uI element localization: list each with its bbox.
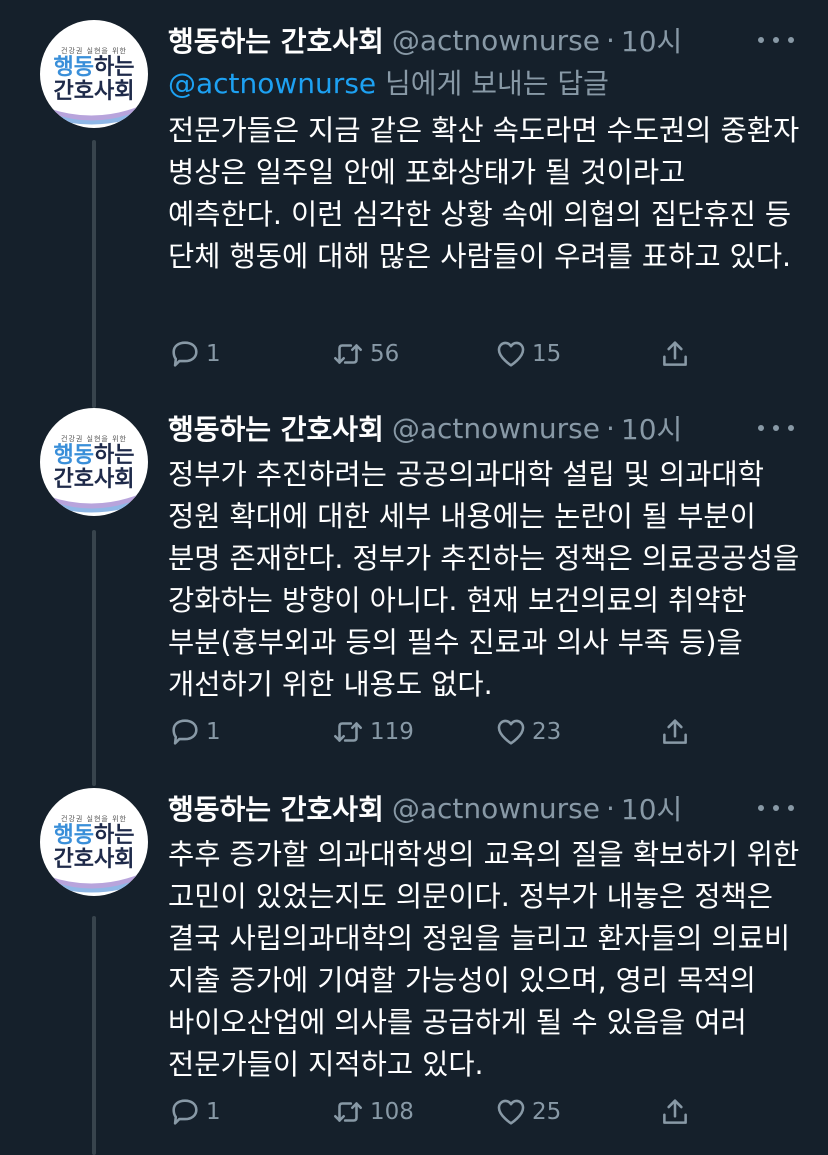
speech-bubble-icon bbox=[172, 341, 198, 367]
retweet-button[interactable]: 108 bbox=[330, 1092, 414, 1132]
share-button[interactable] bbox=[658, 334, 692, 374]
separator-dot: · bbox=[605, 791, 615, 825]
like-button[interactable]: 15 bbox=[494, 334, 561, 374]
retweet-button[interactable]: 119 bbox=[330, 712, 414, 752]
share-upload-icon bbox=[663, 341, 687, 366]
timestamp[interactable]: 10시 bbox=[621, 408, 682, 448]
more-options-button[interactable] bbox=[758, 28, 794, 52]
reply-suffix: 님에게 보내는 답글 bbox=[376, 67, 609, 100]
reply-to-line: @actnownurse 님에게 보내는 답글 bbox=[168, 64, 808, 104]
heart-icon bbox=[497, 719, 525, 745]
tweet-text: 추후 증가할 의과대학생의 교육의 질을 확보하기 위한 고민이 있었는지도 의… bbox=[168, 838, 800, 1081]
avatar[interactable]: 건강권 실현을 위한 행동하는 간호사회 bbox=[40, 788, 148, 896]
display-name[interactable]: 행동하는 간호사회 bbox=[168, 408, 384, 448]
reply-count: 1 bbox=[206, 341, 221, 367]
like-count: 25 bbox=[532, 1099, 562, 1125]
tweet-actions: 1 108 25 bbox=[168, 1092, 688, 1132]
speech-bubble-icon bbox=[172, 719, 198, 745]
like-button[interactable]: 25 bbox=[494, 1092, 561, 1132]
more-options-button[interactable] bbox=[758, 416, 794, 440]
retweet-count: 119 bbox=[370, 719, 414, 745]
tweet-thread: 건강권 실현을 위한 행동하는 간호사회 행동하는 간호사회 @actnownu… bbox=[0, 0, 828, 1155]
reply-button[interactable]: 1 bbox=[168, 334, 221, 374]
username[interactable]: @actnownurse bbox=[392, 412, 600, 445]
tweet-actions: 1 119 23 bbox=[168, 712, 688, 752]
retweet-arrows-icon bbox=[333, 1102, 363, 1122]
retweet-arrows-icon bbox=[333, 344, 363, 364]
username[interactable]: @actnownurse bbox=[392, 24, 600, 57]
more-options-button[interactable] bbox=[758, 796, 794, 820]
avatar-swoosh-icon bbox=[40, 106, 148, 125]
display-name[interactable]: 행동하는 간호사회 bbox=[168, 20, 384, 60]
thread-line bbox=[92, 916, 96, 1155]
like-button[interactable]: 23 bbox=[494, 712, 561, 752]
tweet-header: 행동하는 간호사회 @actnownurse · 10시 bbox=[168, 408, 808, 448]
tweet-header: 행동하는 간호사회 @actnownurse · 10시 bbox=[168, 20, 808, 60]
avatar-swoosh-icon bbox=[40, 494, 148, 513]
ellipsis-icon bbox=[758, 805, 764, 811]
like-count: 15 bbox=[532, 341, 562, 367]
reply-count: 1 bbox=[206, 719, 221, 745]
avatar-logo-line1: 행동하는 bbox=[53, 55, 135, 80]
timestamp[interactable]: 10시 bbox=[621, 788, 682, 828]
tweet-actions: 1 56 15 bbox=[168, 334, 688, 374]
avatar[interactable]: 건강권 실현을 위한 행동하는 간호사회 bbox=[40, 408, 148, 516]
share-upload-icon bbox=[663, 719, 687, 744]
username[interactable]: @actnownurse bbox=[392, 792, 600, 825]
thread-line bbox=[92, 530, 96, 786]
reply-mention-link[interactable]: @actnownurse bbox=[168, 67, 376, 100]
separator-dot: · bbox=[605, 411, 615, 445]
share-upload-icon bbox=[663, 1099, 687, 1124]
reply-count: 1 bbox=[206, 1099, 221, 1125]
speech-bubble-icon bbox=[172, 1099, 198, 1125]
ellipsis-icon bbox=[758, 37, 764, 43]
reply-button[interactable]: 1 bbox=[168, 1092, 221, 1132]
avatar-swoosh-icon bbox=[40, 874, 148, 893]
avatar[interactable]: 건강권 실현을 위한 행동하는 간호사회 bbox=[40, 20, 148, 128]
reply-button[interactable]: 1 bbox=[168, 712, 221, 752]
thread-line bbox=[92, 140, 96, 408]
avatar-logo-line1: 행동하는 bbox=[53, 443, 135, 468]
tweet-text: 전문가들은 지금 같은 확산 속도라면 수도권의 중환자 병상은 일주일 안에 … bbox=[168, 114, 800, 273]
tweet-text: 정부가 추진하려는 공공의과대학 설립 및 의과대학 정원 확대에 대한 세부 … bbox=[168, 458, 800, 701]
heart-icon bbox=[497, 1099, 525, 1125]
separator-dot: · bbox=[605, 23, 615, 57]
display-name[interactable]: 행동하는 간호사회 bbox=[168, 788, 384, 828]
share-button[interactable] bbox=[658, 1092, 692, 1132]
heart-icon bbox=[497, 341, 525, 367]
share-button[interactable] bbox=[658, 712, 692, 752]
timestamp[interactable]: 10시 bbox=[621, 20, 682, 60]
retweet-button[interactable]: 56 bbox=[330, 334, 399, 374]
retweet-count: 108 bbox=[370, 1099, 414, 1125]
retweet-count: 56 bbox=[370, 341, 400, 367]
avatar-logo-line1: 행동하는 bbox=[53, 823, 135, 848]
tweet-header: 행동하는 간호사회 @actnownurse · 10시 bbox=[168, 788, 808, 828]
ellipsis-icon bbox=[758, 425, 764, 431]
retweet-arrows-icon bbox=[333, 722, 363, 742]
like-count: 23 bbox=[532, 719, 562, 745]
